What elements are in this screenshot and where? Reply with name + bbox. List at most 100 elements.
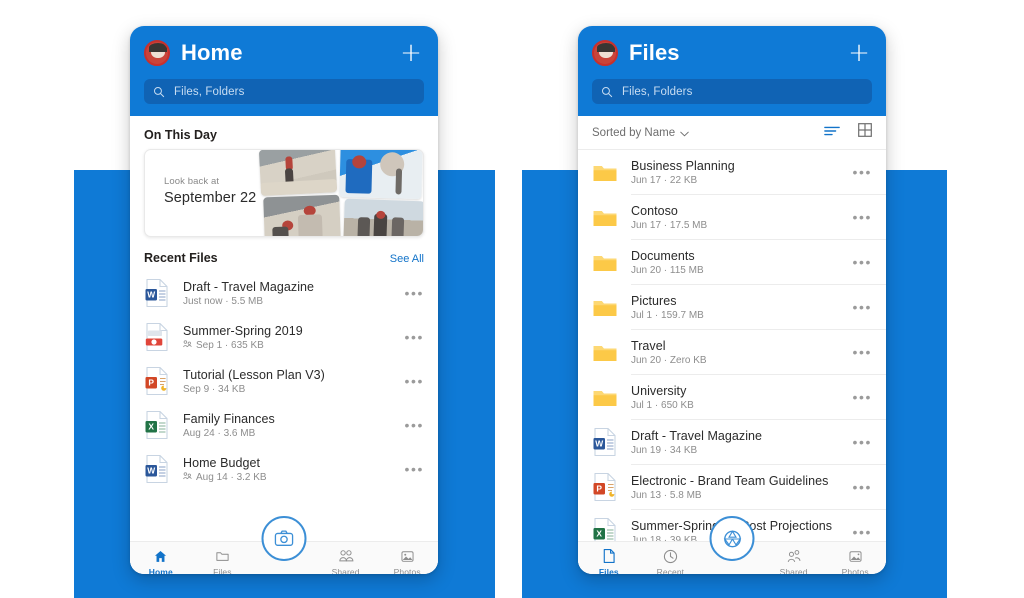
tab-label: Files bbox=[598, 566, 619, 575]
camera-shutter-fab-button[interactable] bbox=[709, 516, 755, 561]
list-item-title: Draft - Travel Magazine bbox=[631, 428, 763, 443]
collage-photo-3 bbox=[263, 194, 341, 236]
more-options-button[interactable]: ••• bbox=[396, 330, 424, 344]
svg-text:W: W bbox=[147, 466, 155, 476]
list-item[interactable]: University Jul 1 · 650 KB ••• bbox=[578, 375, 886, 419]
svg-text:W: W bbox=[595, 439, 603, 449]
view-toggle-group bbox=[824, 123, 872, 142]
add-button[interactable]: + bbox=[398, 40, 424, 66]
tab-label: Shared bbox=[779, 566, 808, 575]
more-options-button[interactable]: ••• bbox=[844, 525, 872, 539]
list-item-meta: Just now · 5.5 MB bbox=[183, 296, 396, 307]
more-options-button[interactable]: ••• bbox=[844, 300, 872, 314]
more-options-button[interactable]: ••• bbox=[396, 374, 424, 388]
tab-shared[interactable]: Shared bbox=[763, 548, 825, 575]
list-item-meta: Jul 1 · 650 KB bbox=[631, 400, 844, 411]
folder-icon bbox=[593, 346, 617, 361]
list-item-text: Business Planning Jun 17 · 22 KB bbox=[631, 159, 844, 186]
tab-photos[interactable]: Photos bbox=[376, 548, 438, 574]
list-item[interactable]: P Tutorial (Lesson Plan V3) Sep 9 · 34 KB •… bbox=[130, 359, 438, 403]
page-title: Files bbox=[629, 40, 680, 65]
page-title: Home bbox=[181, 40, 243, 65]
chevron-down-icon[interactable] bbox=[680, 124, 689, 142]
header-top-row: Files + bbox=[592, 36, 872, 70]
header-top-row: Home + bbox=[144, 36, 424, 70]
list-item[interactable]: Travel Jun 20 · Zero KB ••• bbox=[578, 330, 886, 374]
app-header-home: Home + Files, Folders bbox=[130, 26, 438, 116]
more-options-button[interactable]: ••• bbox=[844, 255, 872, 269]
list-item-title: Tutorial (Lesson Plan V3) bbox=[183, 367, 325, 382]
recent-files-header: Recent Files See All bbox=[130, 237, 438, 271]
add-button[interactable]: + bbox=[846, 40, 872, 66]
list-item-text: Family Finances Aug 24 · 3.6 MB bbox=[183, 412, 396, 439]
more-options-button[interactable]: ••• bbox=[844, 390, 872, 404]
list-item-meta: Sep 1 · 635 KB bbox=[183, 340, 396, 351]
sort-label[interactable]: Sorted by Name bbox=[592, 127, 675, 139]
more-options-button[interactable]: ••• bbox=[844, 345, 872, 359]
more-options-button[interactable]: ••• bbox=[844, 165, 872, 179]
list-item-meta: Jun 17 · 22 KB bbox=[631, 175, 844, 186]
more-options-button[interactable]: ••• bbox=[844, 210, 872, 224]
tab-home[interactable]: Home bbox=[130, 548, 192, 574]
more-options-button[interactable]: ••• bbox=[844, 435, 872, 449]
see-all-link[interactable]: See All bbox=[390, 253, 424, 265]
svg-text:X: X bbox=[148, 422, 154, 432]
list-item-text: Contoso Jun 17 · 17.5 MB bbox=[631, 204, 844, 231]
list-item-title: Pictures bbox=[631, 293, 677, 308]
tab-files[interactable]: Files bbox=[578, 548, 640, 575]
more-options-button[interactable]: ••• bbox=[396, 418, 424, 432]
list-item-text: Draft - Travel Magazine Just now · 5.5 MB bbox=[183, 280, 396, 307]
list-item[interactable]: W Draft - Travel Magazine Jun 19 · 34 KB ••… bbox=[578, 420, 886, 464]
list-item[interactable]: Summer-Spring 2019 Sep 1 · 635 KB ••• bbox=[130, 315, 438, 359]
recent-files-title: Recent Files bbox=[144, 251, 218, 265]
user-avatar[interactable] bbox=[144, 40, 170, 66]
list-item[interactable]: X Family Finances Aug 24 · 3.6 MB ••• bbox=[130, 403, 438, 447]
list-item[interactable]: Documents Jun 20 · 115 MB ••• bbox=[578, 240, 886, 284]
list-item-meta: Jun 17 · 17.5 MB bbox=[631, 220, 844, 231]
list-item[interactable]: Pictures Jul 1 · 159.7 MB ••• bbox=[578, 285, 886, 329]
list-item-title: Documents bbox=[631, 248, 695, 263]
list-item-meta: Jun 20 · 115 MB bbox=[631, 265, 844, 276]
grid-view-icon[interactable] bbox=[858, 123, 872, 142]
list-item-meta-text: Aug 14 · 3.2 KB bbox=[196, 471, 267, 483]
video-file-icon bbox=[145, 322, 168, 352]
list-item[interactable]: W Draft - Travel Magazine Just now · 5.5 M… bbox=[130, 271, 438, 315]
search-input[interactable]: Files, Folders bbox=[592, 79, 872, 104]
list-item-meta: Sep 9 · 34 KB bbox=[183, 384, 396, 395]
list-item-title: Home Budget bbox=[183, 455, 260, 470]
screenshot-stage: Home + Files, Folders On This Day Look b… bbox=[0, 0, 1024, 598]
more-options-button[interactable]: ••• bbox=[396, 462, 424, 476]
camera-fab-button[interactable] bbox=[261, 516, 307, 561]
folder-icon bbox=[593, 391, 617, 406]
list-view-icon[interactable] bbox=[824, 124, 840, 142]
list-item[interactable]: W Home Budget Aug 14 · 3.2 KB ••• bbox=[130, 447, 438, 491]
search-input[interactable]: Files, Folders bbox=[144, 79, 424, 104]
tab-files[interactable]: Files bbox=[192, 548, 254, 574]
list-item-title: Summer-Spring 2019 bbox=[183, 323, 303, 338]
shared-icon bbox=[183, 471, 192, 483]
list-item-meta: Aug 14 · 3.2 KB bbox=[183, 472, 396, 483]
camera-shutter-icon bbox=[723, 529, 741, 547]
list-item[interactable]: P Electronic - Brand Team Guidelines Jun 1… bbox=[578, 465, 886, 509]
list-item[interactable]: Business Planning Jun 17 · 22 KB ••• bbox=[578, 150, 886, 194]
search-placeholder: Files, Folders bbox=[622, 85, 693, 98]
tab-photos[interactable]: Photos bbox=[824, 548, 886, 574]
on-this-day-date: September 22 bbox=[164, 190, 257, 206]
memories-photo-collage bbox=[258, 150, 423, 236]
home-icon bbox=[130, 548, 192, 565]
word-doc-icon: W bbox=[145, 454, 168, 484]
list-item-text: Documents Jun 20 · 115 MB bbox=[631, 249, 844, 276]
photo-icon bbox=[376, 548, 438, 565]
more-options-button[interactable]: ••• bbox=[396, 286, 424, 300]
tab-shared[interactable]: Shared bbox=[315, 548, 377, 574]
home-content: On This Day Look back at September 22 Re… bbox=[130, 116, 438, 574]
on-this-day-card[interactable]: Look back at September 22 bbox=[144, 149, 424, 237]
list-item-title: University bbox=[631, 383, 687, 398]
more-options-button[interactable]: ••• bbox=[844, 480, 872, 494]
list-item[interactable]: Contoso Jun 17 · 17.5 MB ••• bbox=[578, 195, 886, 239]
svg-text:P: P bbox=[596, 484, 602, 494]
on-this-day-text: Look back at September 22 bbox=[164, 176, 256, 206]
tab-recent[interactable]: Recent bbox=[640, 548, 702, 574]
search-placeholder: Files, Folders bbox=[174, 85, 245, 98]
user-avatar[interactable] bbox=[592, 40, 618, 66]
